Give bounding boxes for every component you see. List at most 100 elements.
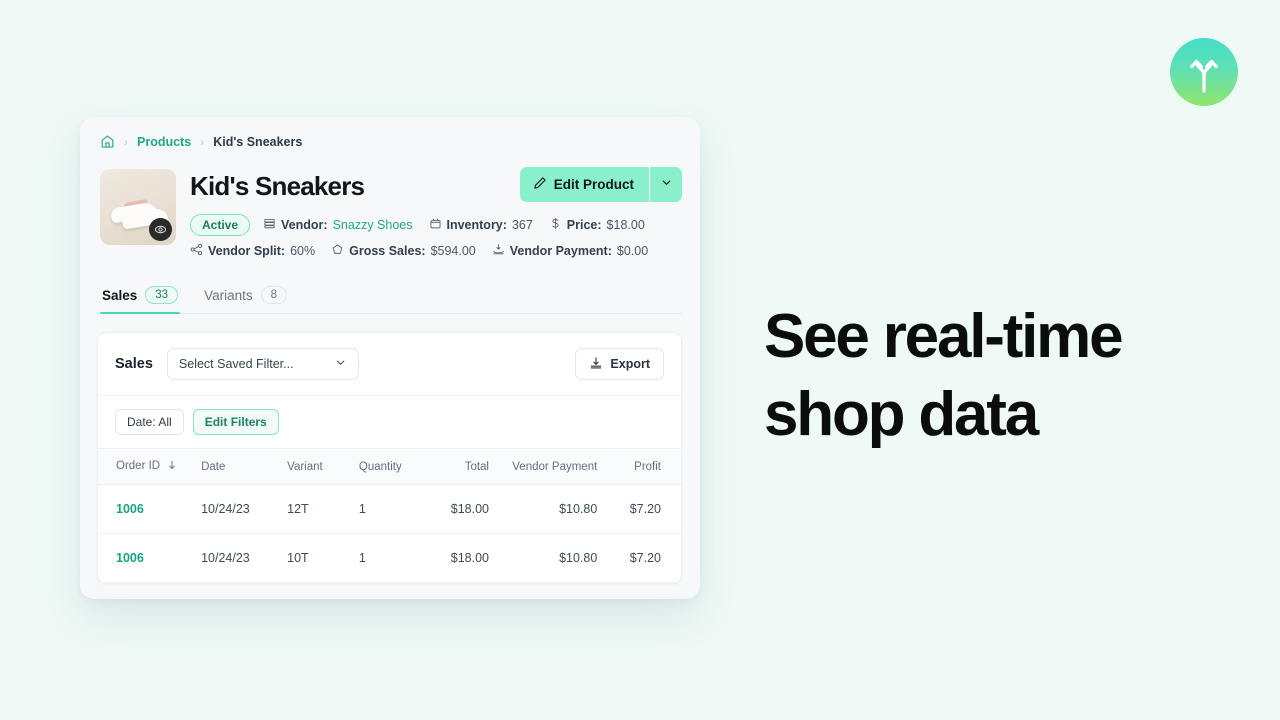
split-share-icon xyxy=(190,243,203,259)
tab-variants-count: 8 xyxy=(260,286,288,304)
filter-chip-date[interactable]: Date: All xyxy=(115,409,184,435)
cell-date: 10/24/23 xyxy=(191,533,278,583)
filter-chips: Date: All Edit Filters xyxy=(98,395,681,448)
column-header-vendor-payment[interactable]: Vendor Payment xyxy=(498,448,608,485)
forked-up-arrows-icon xyxy=(1183,51,1225,93)
dollar-icon xyxy=(549,217,562,233)
sales-table-head: Order ID Date Variant Quantity Total Ven… xyxy=(98,448,681,485)
breadcrumb-link-products[interactable]: Products xyxy=(137,135,191,149)
sales-table-body: 1006 10/24/23 12T 1 $18.00 $10.80 $7.20 … xyxy=(98,484,681,583)
meta-gross-sales-label: Gross Sales: xyxy=(349,244,426,258)
download-icon xyxy=(589,356,603,373)
table-header-row: Order ID Date Variant Quantity Total Ven… xyxy=(98,448,681,485)
sales-panel: Sales Select Saved Filter... Export Date… xyxy=(97,332,682,584)
meta-vendor-split: Vendor Split: 60% xyxy=(190,243,315,259)
meta-price-value: $18.00 xyxy=(606,218,645,232)
meta-inventory-value: 367 xyxy=(511,218,533,232)
edit-filters-button[interactable]: Edit Filters xyxy=(192,409,279,435)
tab-variants-label: Variants xyxy=(204,287,253,303)
cell-vendor-payment: $10.80 xyxy=(498,484,608,534)
sales-panel-toolbar: Sales Select Saved Filter... Export xyxy=(98,333,681,395)
inventory-box-icon xyxy=(429,217,442,233)
cell-order-id: 1006 xyxy=(98,533,192,583)
product-meta-row-1: Active Vendor: Snazzy Shoes Inventory: 3… xyxy=(190,214,682,236)
product-meta: Active Vendor: Snazzy Shoes Inventory: 3… xyxy=(190,214,682,259)
cell-order-id: 1006 xyxy=(98,484,192,534)
meta-inventory: Inventory: 367 xyxy=(429,217,533,233)
tab-sales-count: 33 xyxy=(145,286,179,304)
column-header-date[interactable]: Date xyxy=(191,448,278,485)
export-button[interactable]: Export xyxy=(575,348,664,380)
sales-panel-title: Sales xyxy=(115,356,153,372)
cell-vendor-payment: $10.80 xyxy=(498,533,608,583)
home-icon[interactable] xyxy=(100,134,115,149)
column-header-quantity[interactable]: Quantity xyxy=(348,448,427,485)
meta-price-label: Price: xyxy=(566,218,602,232)
table-row: 1006 10/24/23 10T 1 $18.00 $10.80 $7.20 xyxy=(98,533,681,583)
meta-vendor: Vendor: Snazzy Shoes xyxy=(263,217,413,233)
cell-total: $18.00 xyxy=(426,533,499,583)
edit-product-button[interactable]: Edit Product xyxy=(519,167,649,202)
cell-variant: 12T xyxy=(277,484,349,534)
chevron-down-icon xyxy=(660,176,673,194)
breadcrumb-separator-1: › xyxy=(124,134,128,149)
meta-gross-sales-value: $594.00 xyxy=(430,244,476,258)
eye-icon xyxy=(155,225,166,234)
breadcrumb-separator-2: › xyxy=(200,134,205,149)
product-meta-row-2: Vendor Split: 60% Gross Sales: $594.00 V… xyxy=(190,243,682,259)
pencil-icon xyxy=(533,176,547,193)
vendor-payment-icon xyxy=(492,243,505,259)
vendor-icon xyxy=(263,217,276,233)
tab-sales-label: Sales xyxy=(102,287,138,303)
meta-vendor-payment: Vendor Payment: $0.00 xyxy=(492,243,648,259)
cell-date: 10/24/23 xyxy=(191,484,278,534)
meta-vendor-payment-value: $0.00 xyxy=(616,244,649,258)
tab-variants[interactable]: Variants 8 xyxy=(202,282,289,313)
chevron-down-icon xyxy=(334,356,347,372)
meta-vendor-value[interactable]: Snazzy Shoes xyxy=(333,218,413,232)
table-row: 1006 10/24/23 12T 1 $18.00 $10.80 $7.20 xyxy=(98,484,681,534)
meta-vendor-payment-label: Vendor Payment: xyxy=(509,244,612,258)
meta-vendor-split-value: 60% xyxy=(290,244,316,258)
cell-profit: $7.20 xyxy=(607,484,681,534)
app-logo xyxy=(1170,38,1238,106)
saved-filter-value: Select Saved Filter... xyxy=(178,357,294,371)
page-title: Kid's Sneakers xyxy=(190,171,365,201)
cell-quantity: 1 xyxy=(348,484,427,534)
order-id-link[interactable]: 1006 xyxy=(116,551,144,565)
order-id-link[interactable]: 1006 xyxy=(116,502,144,516)
meta-price: Price: $18.00 xyxy=(549,217,645,233)
gross-sales-icon xyxy=(331,243,344,259)
product-thumbnail[interactable] xyxy=(100,169,176,245)
saved-filter-select[interactable]: Select Saved Filter... xyxy=(166,348,359,380)
cell-variant: 10T xyxy=(277,533,349,583)
tab-sales[interactable]: Sales 33 xyxy=(100,282,181,314)
edit-product-dropdown-toggle[interactable] xyxy=(649,167,682,202)
meta-gross-sales: Gross Sales: $594.00 xyxy=(331,243,476,259)
column-header-order-id[interactable]: Order ID xyxy=(98,448,192,485)
headline-line-1: See real-time xyxy=(764,302,1124,371)
column-header-total[interactable]: Total xyxy=(426,448,499,485)
thumbnail-preview-badge[interactable] xyxy=(149,218,172,241)
cell-profit: $7.20 xyxy=(607,533,681,583)
column-header-profit[interactable]: Profit xyxy=(607,448,681,485)
status-badge: Active xyxy=(190,214,251,236)
app-window: › Products › Kid's Sneakers Kid's Sneake… xyxy=(80,117,700,599)
meta-inventory-label: Inventory: xyxy=(446,218,507,232)
product-tabs: Sales 33 Variants 8 xyxy=(100,282,682,314)
column-label-order-id: Order ID xyxy=(116,460,161,472)
breadcrumb-current: Kid's Sneakers xyxy=(213,134,303,149)
product-header: Kid's Sneakers Edit Product Active Vendo… xyxy=(80,149,700,266)
edit-product-group: Edit Product xyxy=(519,167,682,202)
cell-quantity: 1 xyxy=(348,533,427,583)
sales-table: Order ID Date Variant Quantity Total Ven… xyxy=(98,448,681,583)
breadcrumb: › Products › Kid's Sneakers xyxy=(80,117,700,149)
arrow-down-icon xyxy=(167,460,177,473)
export-label: Export xyxy=(610,357,650,371)
headline-line-2: shop data xyxy=(764,380,1039,449)
column-header-variant[interactable]: Variant xyxy=(277,448,349,485)
meta-vendor-label: Vendor: xyxy=(281,218,328,232)
cell-total: $18.00 xyxy=(426,484,499,534)
meta-vendor-split-label: Vendor Split: xyxy=(208,244,286,258)
edit-product-label: Edit Product xyxy=(553,177,634,192)
